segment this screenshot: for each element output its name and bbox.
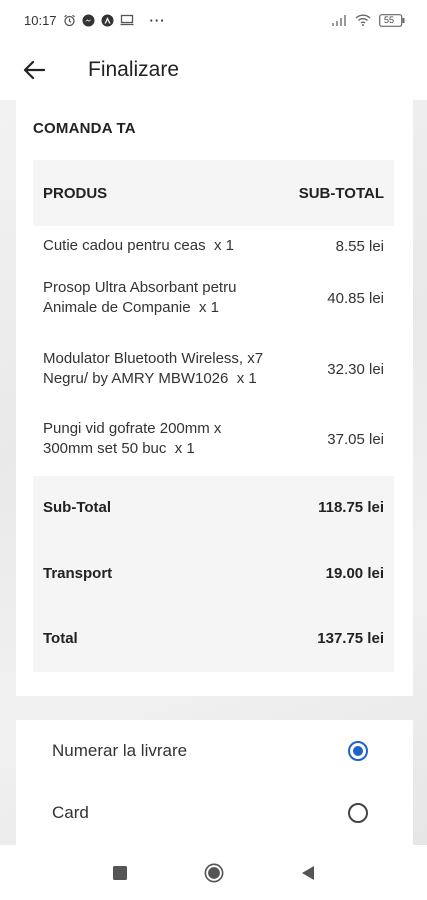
status-bar-right: 55 bbox=[331, 13, 405, 27]
order-item-name-wrap: Prosop Ultra Absorbant petru Animale de … bbox=[43, 278, 273, 318]
order-totals: Sub-Total 118.75 lei Transport 19.00 lei… bbox=[33, 476, 394, 672]
battery-icon: 55 bbox=[379, 13, 405, 27]
system-nav-bar bbox=[0, 845, 427, 900]
order-item-name-wrap: Cutie cadou pentru ceas x 1 bbox=[43, 236, 273, 256]
transport-value: 19.00 lei bbox=[325, 565, 384, 582]
app-bar: Finalizare bbox=[0, 40, 427, 100]
order-item-price: 8.55 lei bbox=[335, 237, 384, 255]
arrow-left-icon bbox=[23, 60, 45, 80]
order-title: COMANDA TA bbox=[33, 120, 136, 137]
subtotal-label: Sub-Total bbox=[43, 499, 112, 516]
column-product: PRODUS bbox=[43, 184, 108, 202]
order-item-name: Modulator Bluetooth Wireless, x7 Negru/ … bbox=[43, 350, 264, 387]
recents-square-icon[interactable] bbox=[110, 863, 130, 883]
order-item-price: 37.05 lei bbox=[327, 430, 384, 448]
status-bar: 10:17 ··· 55 bbox=[0, 0, 427, 40]
payment-option-label: Card bbox=[52, 803, 89, 822]
more-dots-icon: ··· bbox=[149, 12, 166, 28]
app-icon bbox=[101, 14, 114, 27]
messenger-icon bbox=[82, 14, 95, 27]
order-item-qty: x 1 bbox=[213, 237, 234, 254]
order-item: Modulator Bluetooth Wireless, x7 Negru/ … bbox=[33, 339, 394, 399]
order-item: Pungi vid gofrate 200mm x 300mm set 50 b… bbox=[33, 419, 394, 459]
total-value: 137.75 lei bbox=[317, 630, 384, 647]
subtotal-row: Sub-Total 118.75 lei bbox=[33, 499, 394, 519]
status-bar-left: 10:17 ··· bbox=[24, 13, 166, 28]
radio-checked-icon[interactable] bbox=[348, 741, 368, 761]
monitor-icon bbox=[120, 14, 134, 26]
order-item: Prosop Ultra Absorbant petru Animale de … bbox=[33, 278, 394, 318]
subtotal-value: 118.75 lei bbox=[318, 499, 384, 516]
status-time: 10:17 bbox=[24, 12, 57, 28]
payment-option-label: Numerar la livrare bbox=[52, 741, 188, 760]
total-label: Total bbox=[43, 630, 78, 647]
back-button[interactable] bbox=[2, 40, 66, 100]
transport-row: Transport 19.00 lei bbox=[33, 565, 394, 585]
page-title: Finalizare bbox=[88, 58, 180, 81]
battery-level: 55 bbox=[384, 14, 395, 25]
order-item-qty: x 1 bbox=[236, 370, 257, 387]
payment-methods-card: Numerar la livrare Card bbox=[16, 720, 413, 845]
signal-icon bbox=[331, 14, 347, 26]
transport-label: Transport bbox=[43, 565, 113, 582]
order-item-qty: x 1 bbox=[174, 440, 195, 457]
checkout-content[interactable]: COMANDA TA PRODUS SUB-TOTAL Cutie cadou … bbox=[0, 100, 427, 845]
back-triangle-icon[interactable] bbox=[298, 863, 318, 883]
order-item-name-wrap: Pungi vid gofrate 200mm x 300mm set 50 b… bbox=[43, 419, 273, 459]
home-circle-icon[interactable] bbox=[204, 863, 224, 883]
order-item-name-wrap: Modulator Bluetooth Wireless, x7 Negru/ … bbox=[43, 349, 273, 389]
order-item: Cutie cadou pentru ceas x 1 8.55 lei bbox=[33, 236, 394, 256]
radio-unchecked-icon[interactable] bbox=[348, 803, 368, 823]
wifi-icon bbox=[355, 14, 371, 26]
payment-option-card[interactable]: Card bbox=[16, 788, 413, 838]
order-table-header: PRODUS SUB-TOTAL bbox=[33, 160, 394, 226]
alarm-icon bbox=[63, 14, 76, 27]
payment-option-cash[interactable]: Numerar la livrare bbox=[16, 726, 413, 776]
order-item-price: 32.30 lei bbox=[327, 360, 384, 378]
order-item-price: 40.85 lei bbox=[327, 289, 384, 307]
total-row: Total 137.75 lei bbox=[33, 630, 394, 650]
column-subtotal: SUB-TOTAL bbox=[298, 184, 384, 202]
order-summary-card: COMANDA TA PRODUS SUB-TOTAL Cutie cadou … bbox=[16, 100, 413, 696]
order-item-qty: x 1 bbox=[198, 299, 219, 316]
order-item-name: Cutie cadou pentru ceas bbox=[43, 237, 206, 254]
